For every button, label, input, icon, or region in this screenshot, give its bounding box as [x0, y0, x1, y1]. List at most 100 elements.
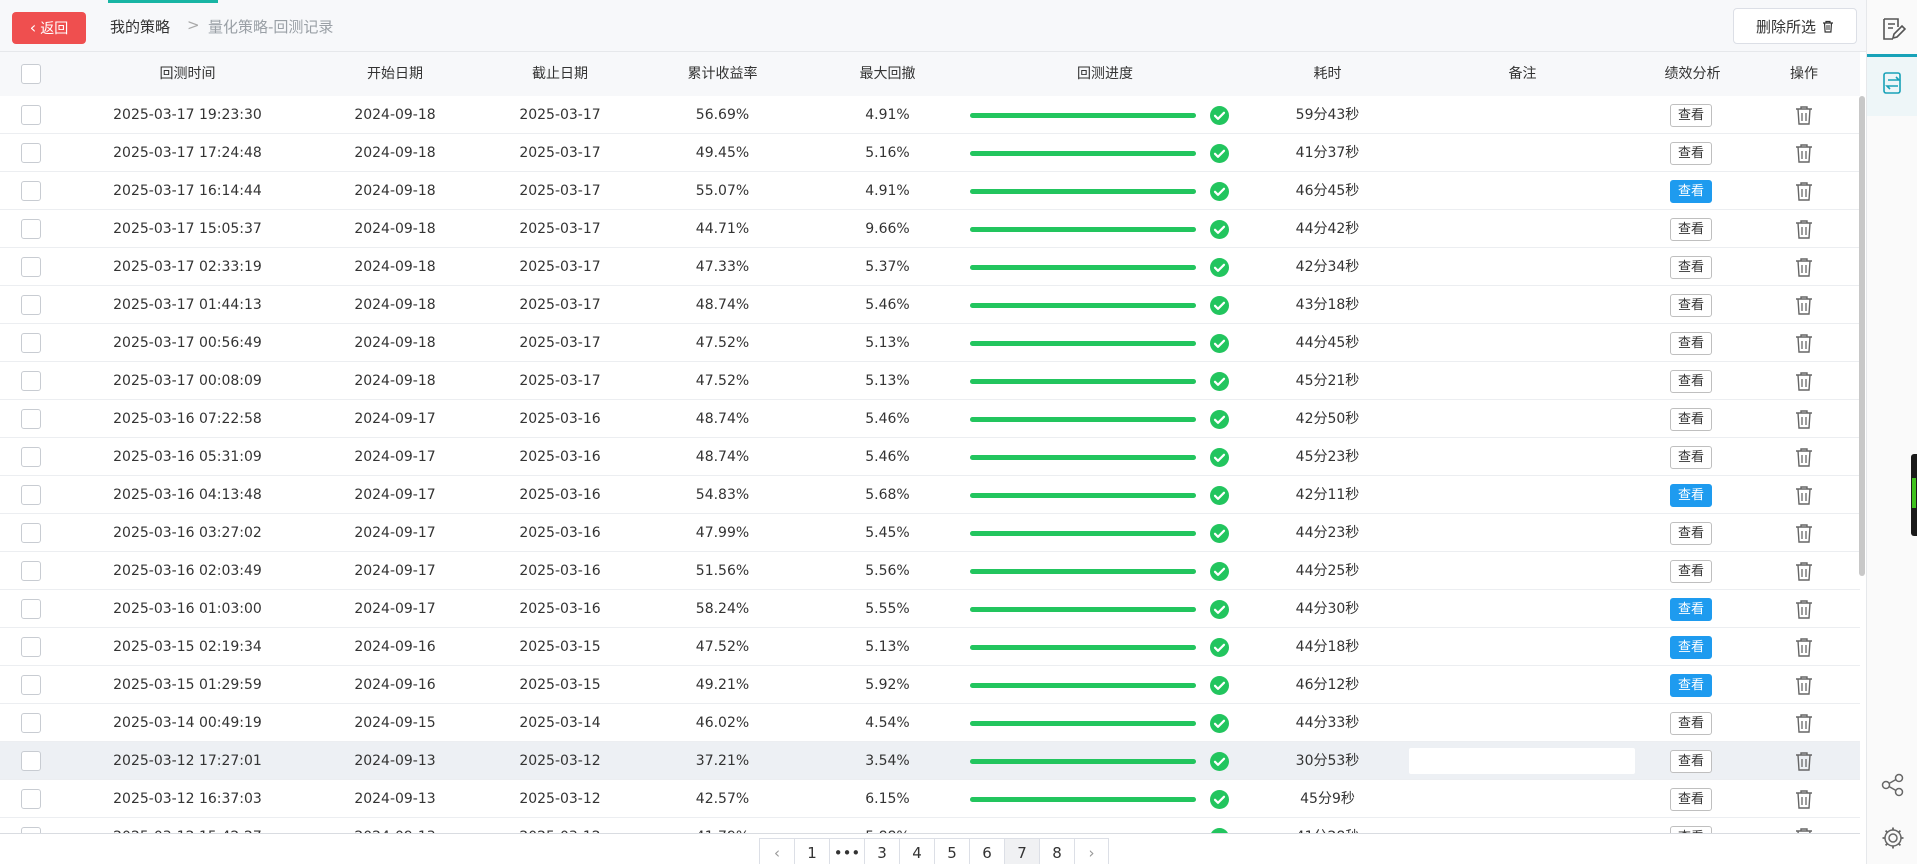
table-row[interactable]: 2025-03-16 03:27:02 2024-09-17 2025-03-16 4… [0, 514, 1860, 552]
page-button-5[interactable]: 5 [934, 838, 969, 864]
select-all-checkbox[interactable] [21, 64, 41, 84]
pagination-ellipsis[interactable]: ••• [829, 838, 864, 864]
trash-icon[interactable] [1795, 105, 1813, 125]
table-row[interactable]: 2025-03-16 07:22:58 2024-09-17 2025-03-16 4… [0, 400, 1860, 438]
page-button-8[interactable]: 8 [1039, 838, 1074, 864]
page-button-3[interactable]: 3 [864, 838, 899, 864]
table-row[interactable]: 2025-03-17 16:14:44 2024-09-18 2025-03-17 5… [0, 172, 1860, 210]
edit-doc-icon[interactable] [1880, 16, 1906, 42]
row-checkbox[interactable] [21, 409, 41, 429]
trash-icon[interactable] [1795, 523, 1813, 543]
table-row[interactable]: 2025-03-16 02:03:49 2024-09-17 2025-03-16 5… [0, 552, 1860, 590]
row-checkbox[interactable] [21, 333, 41, 353]
cell-remark[interactable] [1420, 628, 1625, 666]
table-row[interactable]: 2025-03-12 17:27:01 2024-09-13 2025-03-12 3… [0, 742, 1860, 780]
table-row[interactable]: 2025-03-15 01:29:59 2024-09-16 2025-03-15 4… [0, 666, 1860, 704]
cell-remark[interactable] [1420, 324, 1625, 362]
remark-input[interactable] [1409, 748, 1635, 774]
row-checkbox[interactable] [21, 675, 41, 695]
trash-icon[interactable] [1795, 789, 1813, 809]
trash-icon[interactable] [1795, 143, 1813, 163]
row-checkbox[interactable] [21, 219, 41, 239]
view-button[interactable]: 查看 [1670, 332, 1712, 355]
row-checkbox[interactable] [21, 485, 41, 505]
table-row[interactable]: 2025-03-14 00:49:19 2024-09-15 2025-03-14 4… [0, 704, 1860, 742]
cell-remark[interactable] [1420, 514, 1625, 552]
row-checkbox[interactable] [21, 295, 41, 315]
col-max-drawdown[interactable]: 最大回撤 [815, 52, 960, 96]
page-button-6[interactable]: 6 [969, 838, 1004, 864]
view-button[interactable]: 查看 [1670, 408, 1712, 431]
row-checkbox[interactable] [21, 751, 41, 771]
table-row[interactable]: 2025-03-16 04:13:48 2024-09-17 2025-03-16 5… [0, 476, 1860, 514]
view-button[interactable]: 查看 [1670, 256, 1712, 279]
cell-remark[interactable] [1420, 362, 1625, 400]
side-handle[interactable] [1911, 454, 1917, 536]
cell-remark[interactable] [1420, 134, 1625, 172]
view-button[interactable]: 查看 [1670, 560, 1712, 583]
table-row[interactable]: 2025-03-17 02:33:19 2024-09-18 2025-03-17 4… [0, 248, 1860, 286]
cell-remark[interactable] [1420, 400, 1625, 438]
trash-icon[interactable] [1795, 181, 1813, 201]
prev-page-button[interactable]: ‹ [759, 838, 794, 864]
view-button[interactable]: 查看 [1670, 750, 1712, 773]
table-row[interactable]: 2025-03-17 17:24:48 2024-09-18 2025-03-17 4… [0, 134, 1860, 172]
table-row[interactable]: 2025-03-17 01:44:13 2024-09-18 2025-03-17 4… [0, 286, 1860, 324]
table-row[interactable]: 2025-03-17 19:23:30 2024-09-18 2025-03-17 5… [0, 96, 1860, 134]
view-button[interactable]: 查看 [1670, 370, 1712, 393]
table-row[interactable]: 2025-03-17 15:05:37 2024-09-18 2025-03-17 4… [0, 210, 1860, 248]
view-button[interactable]: 查看 [1670, 294, 1712, 317]
switch-icon[interactable] [1880, 70, 1906, 96]
row-checkbox[interactable] [21, 447, 41, 467]
trash-icon[interactable] [1795, 333, 1813, 353]
table-scrollbar[interactable] [1859, 96, 1865, 576]
trash-icon[interactable] [1795, 713, 1813, 733]
trash-icon[interactable] [1795, 219, 1813, 239]
view-button[interactable]: 查看 [1670, 484, 1712, 507]
page-button-1[interactable]: 1 [794, 838, 829, 864]
cell-remark[interactable] [1420, 818, 1625, 833]
trash-icon[interactable] [1795, 257, 1813, 277]
trash-icon[interactable] [1795, 447, 1813, 467]
cell-remark[interactable] [1420, 172, 1625, 210]
cell-remark[interactable] [1420, 476, 1625, 514]
row-checkbox[interactable] [21, 599, 41, 619]
col-cumulative-return[interactable]: 累计收益率 [650, 52, 795, 96]
row-checkbox[interactable] [21, 713, 41, 733]
page-button-4[interactable]: 4 [899, 838, 934, 864]
page-button-7[interactable]: 7 [1004, 838, 1039, 864]
cell-remark[interactable] [1420, 286, 1625, 324]
cell-remark[interactable] [1420, 780, 1625, 818]
table-row[interactable]: 2025-03-12 16:37:03 2024-09-13 2025-03-12 4… [0, 780, 1860, 818]
cell-remark[interactable] [1420, 248, 1625, 286]
cell-remark[interactable] [1420, 704, 1625, 742]
row-checkbox[interactable] [21, 561, 41, 581]
delete-selected-button[interactable]: 删除所选 [1733, 8, 1857, 44]
cell-remark[interactable] [1420, 666, 1625, 704]
view-button[interactable]: 查看 [1670, 598, 1712, 621]
trash-icon[interactable] [1795, 295, 1813, 315]
view-button[interactable]: 查看 [1670, 218, 1712, 241]
breadcrumb-my-strategies[interactable]: 我的策略 [110, 16, 170, 37]
gear-icon[interactable] [1880, 825, 1906, 851]
view-button[interactable]: 查看 [1670, 826, 1712, 833]
row-checkbox[interactable] [21, 789, 41, 809]
col-backtest-time[interactable]: 回测时间 [80, 52, 295, 96]
view-button[interactable]: 查看 [1670, 788, 1712, 811]
row-checkbox[interactable] [21, 637, 41, 657]
row-checkbox[interactable] [21, 257, 41, 277]
col-duration[interactable]: 耗时 [1255, 52, 1400, 96]
view-button[interactable]: 查看 [1670, 142, 1712, 165]
table-row[interactable]: 2025-03-17 00:08:09 2024-09-18 2025-03-17 4… [0, 362, 1860, 400]
table-row[interactable]: 2025-03-16 05:31:09 2024-09-17 2025-03-16 4… [0, 438, 1860, 476]
view-button[interactable]: 查看 [1670, 522, 1712, 545]
row-checkbox[interactable] [21, 523, 41, 543]
cell-remark[interactable] [1420, 590, 1625, 628]
cell-remark[interactable] [1420, 552, 1625, 590]
table-row[interactable]: 2025-03-15 02:19:34 2024-09-16 2025-03-15 4… [0, 628, 1860, 666]
share-icon[interactable] [1880, 772, 1906, 798]
cell-remark[interactable] [1420, 438, 1625, 476]
trash-icon[interactable] [1795, 637, 1813, 657]
view-button[interactable]: 查看 [1670, 180, 1712, 203]
cell-remark[interactable] [1420, 96, 1625, 134]
